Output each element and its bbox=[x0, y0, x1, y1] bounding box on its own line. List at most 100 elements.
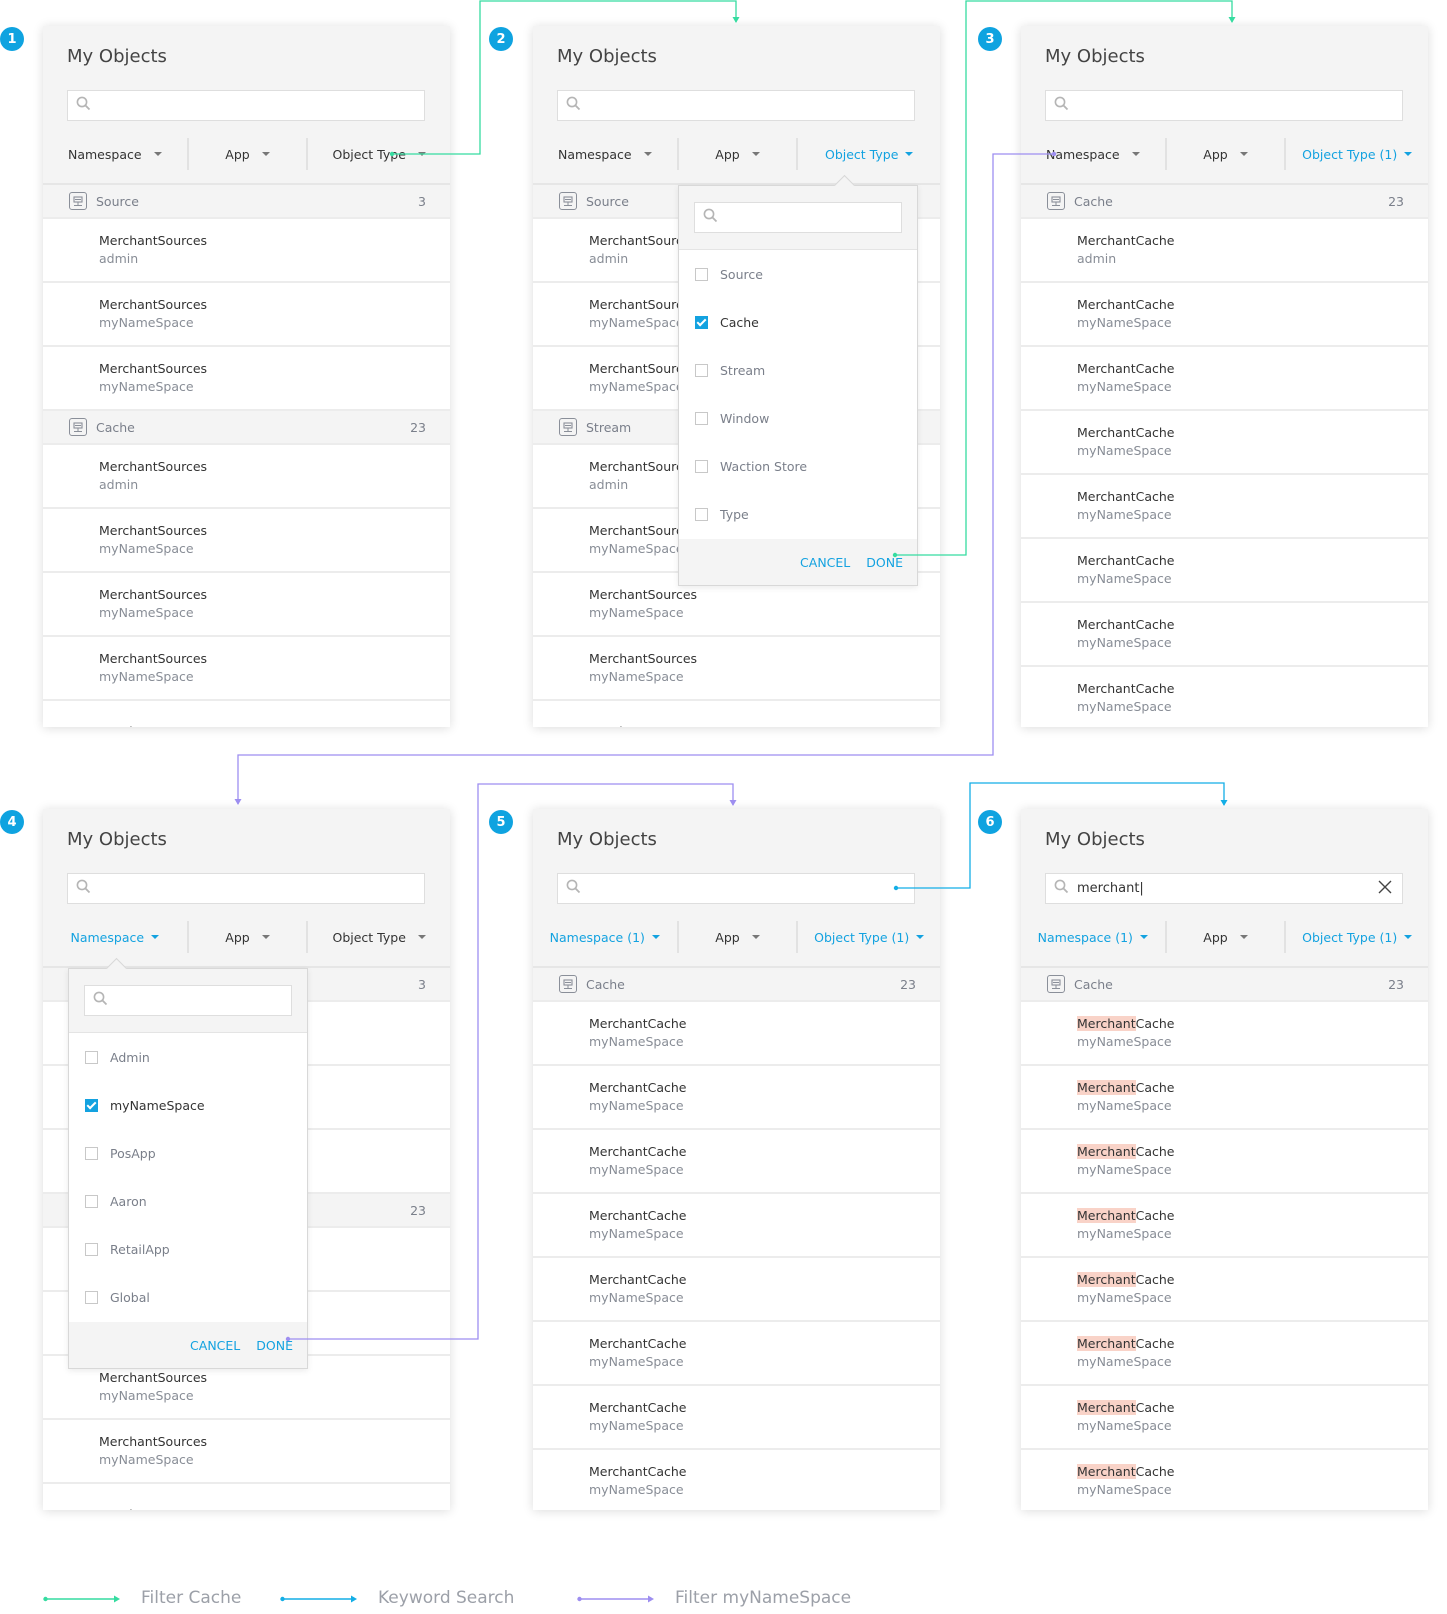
list-item[interactable]: MerchantCache myNameSpace bbox=[1021, 667, 1428, 727]
group-header[interactable]: Cache 23 bbox=[533, 968, 940, 1002]
list-item[interactable]: MerchantCache myNameSpace bbox=[533, 1322, 940, 1386]
list-item[interactable]: MerchantSources myNameSpace bbox=[43, 347, 450, 411]
group-header[interactable]: Source 3 bbox=[43, 185, 450, 219]
checkbox[interactable] bbox=[85, 1194, 98, 1208]
match-highlight: Merchant bbox=[1077, 1464, 1136, 1479]
list-item[interactable]: MerchantCache myNameSpace bbox=[1021, 1002, 1428, 1066]
search-input[interactable] bbox=[1045, 90, 1403, 121]
search-input[interactable] bbox=[67, 90, 425, 121]
list-item[interactable]: MerchantCache myNameSpace bbox=[1021, 1194, 1428, 1258]
list-item[interactable]: MerchantCache myNameSpace bbox=[1021, 1130, 1428, 1194]
item-namespace: myNameSpace bbox=[589, 1226, 684, 1241]
list-item[interactable]: MerchantCache myNameSpace bbox=[1021, 1450, 1428, 1510]
filter-object-type[interactable]: Object Type (1) bbox=[796, 921, 940, 953]
filter-namespace[interactable]: Namespace (1) bbox=[533, 921, 677, 953]
list-item[interactable]: MerchantSources admin bbox=[43, 445, 450, 509]
search-input[interactable] bbox=[557, 873, 915, 904]
dropdown-option[interactable]: Window bbox=[679, 394, 917, 442]
cancel-button[interactable]: CANCEL bbox=[190, 1338, 240, 1353]
search-input[interactable] bbox=[557, 90, 915, 121]
list-item[interactable]: MerchantSources myNameSpace bbox=[533, 637, 940, 701]
filter-namespace[interactable]: Namespace (1) bbox=[1021, 921, 1165, 953]
list-item[interactable]: MerchantCache myNameSpace bbox=[533, 1258, 940, 1322]
checkbox[interactable] bbox=[695, 267, 708, 281]
checkbox[interactable] bbox=[695, 411, 708, 425]
dropdown-search-input[interactable] bbox=[84, 985, 292, 1016]
dropdown-option[interactable]: Cache bbox=[679, 298, 917, 346]
cancel-button[interactable]: CANCEL bbox=[800, 555, 850, 570]
checkbox[interactable] bbox=[85, 1098, 98, 1112]
list-item[interactable]: MerchantCache myNameSpace bbox=[1021, 1066, 1428, 1130]
filter-namespace[interactable]: Namespace bbox=[43, 138, 187, 170]
done-button[interactable]: DONE bbox=[256, 1338, 293, 1353]
filter-app[interactable]: App bbox=[186, 921, 307, 953]
checkbox[interactable] bbox=[85, 1242, 98, 1256]
filter-app[interactable]: App bbox=[186, 138, 307, 170]
dropdown-option[interactable]: myNameSpace bbox=[69, 1081, 307, 1129]
list-item[interactable]: MerchantCache myNameSpace bbox=[533, 1066, 940, 1130]
filter-app[interactable]: App bbox=[1164, 921, 1285, 953]
filter-namespace[interactable]: Namespace bbox=[1021, 138, 1165, 170]
filter-object-type[interactable]: Object Type bbox=[796, 138, 940, 170]
list-item[interactable]: MerchantCache myNameSpace bbox=[1021, 283, 1428, 347]
list-item[interactable]: MerchantCache myNameSpace bbox=[533, 1194, 940, 1258]
filter-object-type[interactable]: Object Type (1) bbox=[1284, 138, 1428, 170]
step-badge: 3 bbox=[978, 27, 1002, 51]
list-item[interactable]: MerchantSources bbox=[43, 701, 450, 727]
dropdown-option[interactable]: Aaron bbox=[69, 1177, 307, 1225]
list-item[interactable]: MerchantCache myNameSpace bbox=[1021, 1258, 1428, 1322]
filter-app[interactable]: App bbox=[676, 921, 797, 953]
search-input[interactable] bbox=[67, 873, 425, 904]
list-item[interactable]: MerchantCache myNameSpace bbox=[533, 1386, 940, 1450]
list-item[interactable]: MerchantCache myNameSpace bbox=[533, 1450, 940, 1510]
dropdown-option[interactable]: Source bbox=[679, 250, 917, 298]
checkbox[interactable] bbox=[695, 507, 708, 521]
done-button[interactable]: DONE bbox=[866, 555, 903, 570]
list-item[interactable]: MerchantCache myNameSpace bbox=[1021, 1322, 1428, 1386]
list-item[interactable]: MerchantSources myNameSpace bbox=[43, 637, 450, 701]
dropdown-option[interactable]: Admin bbox=[69, 1033, 307, 1081]
list-item[interactable]: MerchantCache myNameSpace bbox=[533, 1002, 940, 1066]
search-input[interactable]: merchant| bbox=[1045, 873, 1403, 904]
filter-app[interactable]: App bbox=[676, 138, 797, 170]
filter-object-type[interactable]: Object Type bbox=[306, 921, 450, 953]
filter-namespace[interactable]: Namespace bbox=[43, 921, 187, 953]
dropdown-option[interactable]: RetailApp bbox=[69, 1225, 307, 1273]
list-item[interactable]: MerchantCache myNameSpace bbox=[533, 1130, 940, 1194]
group-header[interactable]: Cache 23 bbox=[43, 411, 450, 445]
list-item[interactable]: MerchantSources myNameSpace bbox=[43, 1420, 450, 1484]
list-item[interactable]: MerchantCache myNameSpace bbox=[1021, 1386, 1428, 1450]
checkbox[interactable] bbox=[85, 1290, 98, 1304]
list-item[interactable]: MerchantCache myNameSpace bbox=[1021, 539, 1428, 603]
checkbox[interactable] bbox=[85, 1146, 98, 1160]
dropdown-option[interactable]: Type bbox=[679, 490, 917, 538]
dropdown-option[interactable]: Stream bbox=[679, 346, 917, 394]
list-item[interactable]: MerchantSources myNameSpace bbox=[43, 509, 450, 573]
list-item[interactable]: MerchantSources bbox=[43, 1484, 450, 1510]
dropdown-option[interactable]: PosApp bbox=[69, 1129, 307, 1177]
clear-search-icon[interactable] bbox=[1370, 880, 1392, 898]
list-item[interactable]: MerchantSources bbox=[533, 701, 940, 727]
checkbox[interactable] bbox=[85, 1050, 98, 1064]
list-item[interactable]: MerchantCache admin bbox=[1021, 219, 1428, 283]
dropdown-search-input[interactable] bbox=[694, 202, 902, 233]
list-item[interactable]: MerchantCache myNameSpace bbox=[1021, 411, 1428, 475]
checkbox[interactable] bbox=[695, 363, 708, 377]
checkbox[interactable] bbox=[695, 315, 708, 329]
checkbox[interactable] bbox=[695, 459, 708, 473]
list-item[interactable]: MerchantCache myNameSpace bbox=[1021, 603, 1428, 667]
filter-object-type[interactable]: Object Type bbox=[306, 138, 450, 170]
group-header[interactable]: Cache 23 bbox=[1021, 968, 1428, 1002]
filter-label: Object Type (1) bbox=[814, 929, 910, 945]
list-item[interactable]: MerchantSources myNameSpace bbox=[43, 283, 450, 347]
dropdown-option[interactable]: Waction Store bbox=[679, 442, 917, 490]
list-item[interactable]: MerchantCache myNameSpace bbox=[1021, 347, 1428, 411]
list-item[interactable]: MerchantSources admin bbox=[43, 219, 450, 283]
filter-namespace[interactable]: Namespace bbox=[533, 138, 677, 170]
filter-object-type[interactable]: Object Type (1) bbox=[1284, 921, 1428, 953]
filter-app[interactable]: App bbox=[1164, 138, 1285, 170]
group-header[interactable]: Cache 23 bbox=[1021, 185, 1428, 219]
dropdown-option[interactable]: Global bbox=[69, 1273, 307, 1321]
list-item[interactable]: MerchantSources myNameSpace bbox=[43, 573, 450, 637]
list-item[interactable]: MerchantCache myNameSpace bbox=[1021, 475, 1428, 539]
